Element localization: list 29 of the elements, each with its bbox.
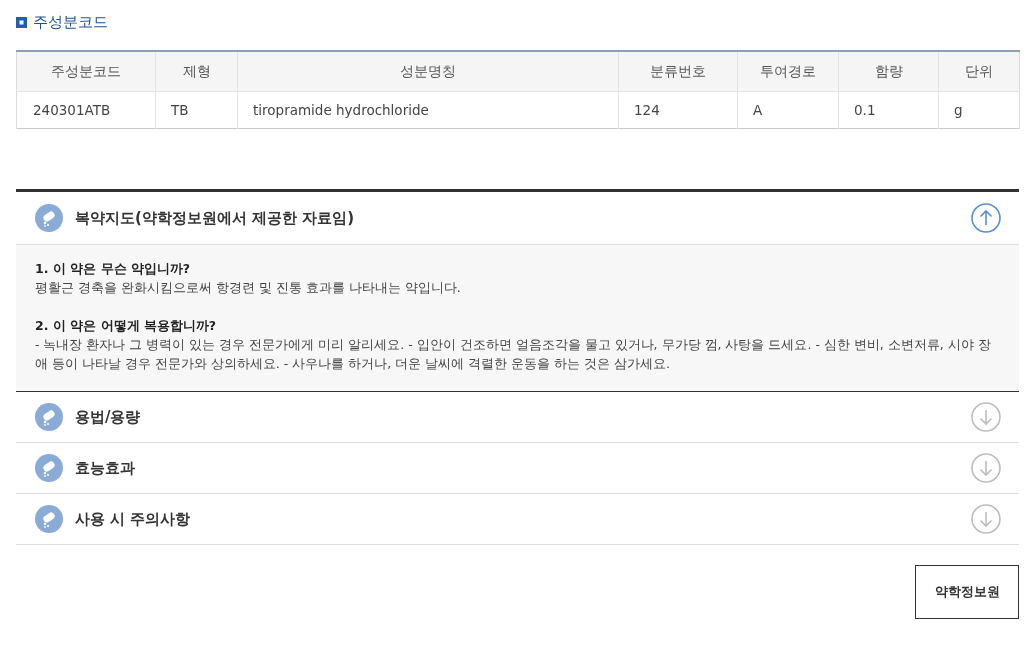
pill-icon (35, 204, 63, 232)
column-header: 투여경로 (737, 51, 839, 92)
table-cell: A (737, 91, 839, 129)
accordion-title[interactable]: 복약지도(약학정보원에서 제공한 자료임) (75, 208, 959, 228)
column-header: 주성분코드 (16, 51, 156, 92)
pill-icon (35, 505, 63, 533)
column-header: 단위 (938, 51, 1020, 92)
table-cell: 0.1 (838, 91, 939, 129)
table-cell: tiropramide hydrochloride (237, 91, 619, 129)
accordion-title[interactable]: 효능효과 (75, 458, 959, 478)
column-header: 성분명칭 (237, 51, 619, 92)
column-header: 함량 (838, 51, 939, 92)
pill-icon (35, 454, 63, 482)
source-button[interactable]: 약학정보원 (915, 565, 1019, 619)
square-bullet-icon (16, 16, 27, 28)
accordion-title[interactable]: 용법/용량 (75, 407, 959, 427)
question-text: 2. 이 약은 어떻게 복용합니까? (35, 317, 218, 335)
accordion-title[interactable]: 사용 시 주의사항 (75, 509, 959, 529)
table-cell: g (938, 91, 1020, 129)
table-cell: 124 (618, 91, 738, 129)
pill-icon (35, 403, 63, 431)
table-cell: 240301ATB (16, 91, 156, 129)
column-header: 분류번호 (618, 51, 738, 92)
table-cell: TB (155, 91, 238, 129)
question-text: 1. 이 약은 무슨 약입니까? (35, 260, 192, 278)
answer-text: - 녹내장 환자나 그 병력이 있는 경우 전문가에게 미리 알리세요. - 입안이 건조하면 얼음조각을 물고 있거나, 무가당 껌, 사탕을 드세요. - 심한 변비, 소변저류, 시야 장애 등이 나타날 경우 전문가와 상의하세요. - 사우나를 하거나, 더운 날씨에 격렬한 운동을 하는 것은 삼가세요. (35, 336, 992, 373)
section-title: 주성분코드 (33, 12, 108, 32)
column-header: 제형 (155, 51, 238, 92)
answer-text: 평활근 경축을 완화시킴으로써 항경련 및 진통 효과를 나타내는 약입니다. (35, 279, 462, 297)
